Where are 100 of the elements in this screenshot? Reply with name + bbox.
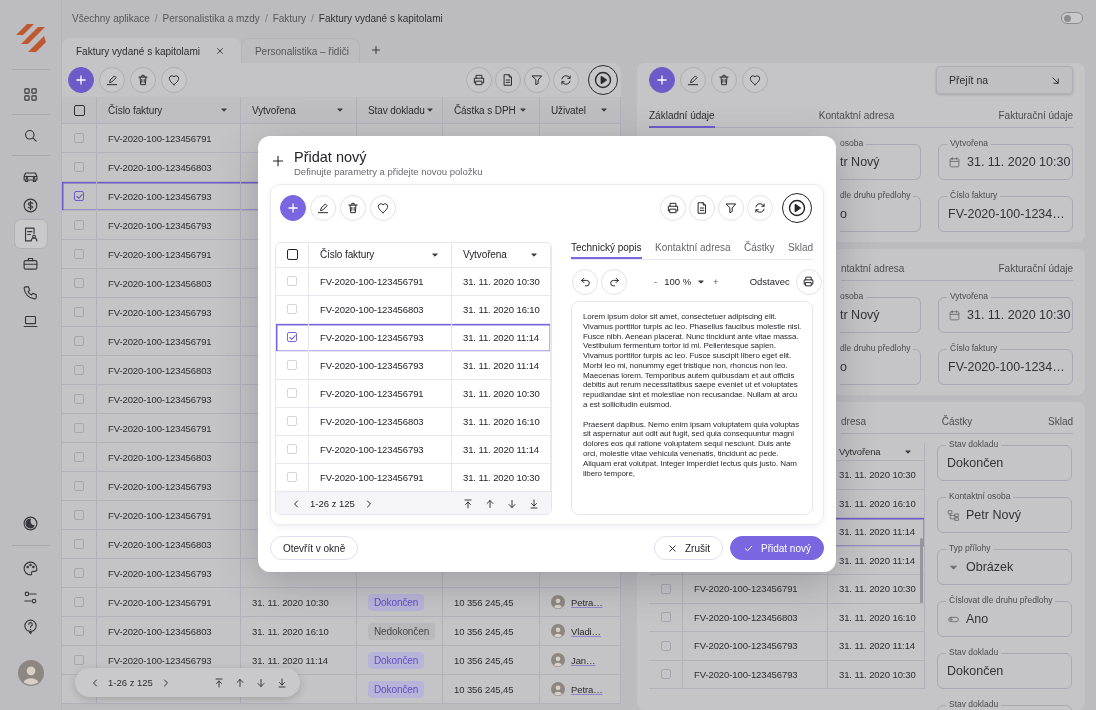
table-row[interactable]: FV-2020-100-123456803 31. 11. 2020 16:10 <box>649 603 925 632</box>
tab[interactable]: ntaktní adresa <box>841 261 905 281</box>
checkbox[interactable] <box>73 104 85 116</box>
table-row[interactable]: FV-2020-100-123456803 31. 11. 2020 16:10 <box>276 295 551 324</box>
text-field[interactable]: Stav dokladu Dokončen <box>937 439 1072 481</box>
user-link[interactable]: Petra… <box>571 596 603 608</box>
breadcrumb-link[interactable]: Faktury <box>272 12 306 24</box>
tab[interactable]: Sklad <box>788 241 813 259</box>
checkbox[interactable] <box>74 597 84 607</box>
dropdown-field[interactable]: Typ přílohy Obrázek <box>937 543 1072 585</box>
document-button[interactable] <box>495 67 521 93</box>
tab[interactable]: Kontaktní adresa <box>818 108 895 128</box>
column-header[interactable]: Vytvořena <box>463 249 507 261</box>
checkbox[interactable] <box>74 626 84 636</box>
favorite-button[interactable] <box>161 67 187 93</box>
paragraph-style-dropdown[interactable]: Odstavec <box>749 276 790 288</box>
tab[interactable]: Částky <box>941 414 973 434</box>
tab[interactable]: Technický popis <box>571 241 642 259</box>
zoom-in-button[interactable]: + <box>711 276 721 288</box>
filter-button[interactable] <box>524 67 550 93</box>
column-header[interactable]: Stav dokladu <box>368 104 425 116</box>
tab[interactable]: Personalistika – řidiči <box>240 38 360 63</box>
tab[interactable]: Kontaktní adresa <box>655 241 731 259</box>
print-button[interactable] <box>466 67 492 93</box>
checkbox[interactable] <box>74 220 84 230</box>
table-row[interactable]: FV-2020-100-123456793 31. 11. 2020 11:14 <box>276 323 551 352</box>
cancel-button[interactable]: Zrušit <box>653 536 723 560</box>
open-in-window-button[interactable]: Otevřít v okně <box>270 536 359 560</box>
edit-button[interactable] <box>680 67 706 93</box>
checkbox[interactable] <box>74 365 84 375</box>
person-field[interactable]: Kontaktní osoba Petr Nový <box>937 491 1072 533</box>
tab[interactable]: dresa <box>841 414 866 434</box>
undo-button[interactable] <box>572 268 598 295</box>
column-header[interactable]: Vytvořena <box>839 446 881 457</box>
date-field[interactable]: Vytvořena 31. 11. 2020 10:30 <box>938 291 1073 333</box>
checkbox[interactable] <box>660 583 671 594</box>
text-field[interactable]: Číslo faktury FV-2020-100-1234… <box>938 190 1073 232</box>
favorite-button[interactable] <box>742 67 768 93</box>
column-header[interactable]: Uživatel <box>551 104 586 116</box>
tab[interactable]: Fakturační údaje <box>998 108 1073 128</box>
play-button[interactable] <box>782 192 812 223</box>
add-button[interactable] <box>280 194 306 221</box>
checkbox[interactable] <box>74 510 84 520</box>
table-row[interactable]: FV-2020-100-123456803 31. 11. 2020 16:10 <box>276 407 551 436</box>
text-field[interactable]: Číslo faktury FV-2020-100-1234… <box>938 343 1073 385</box>
checkbox[interactable] <box>286 249 298 261</box>
checkbox[interactable] <box>74 452 84 462</box>
checkbox[interactable] <box>74 191 84 201</box>
zoom-out-button[interactable]: - <box>652 276 660 288</box>
checkbox[interactable] <box>660 640 671 651</box>
go-to-button[interactable]: Přejít na <box>936 66 1073 94</box>
checkbox[interactable] <box>74 481 84 491</box>
checkbox[interactable] <box>287 332 297 343</box>
checkbox[interactable] <box>74 423 84 433</box>
column-header[interactable]: Číslo faktury <box>320 249 375 261</box>
confirm-button[interactable]: Přidat nový <box>729 536 824 560</box>
zoom-level[interactable]: 100 % <box>664 276 692 288</box>
toggle-field[interactable]: Číslovat dle druhu předlohy Ano <box>937 595 1072 637</box>
delete-button[interactable] <box>711 67 737 93</box>
checkbox[interactable] <box>74 162 84 172</box>
refresh-button[interactable] <box>553 67 579 93</box>
sidebar-item[interactable] <box>14 220 47 248</box>
checkbox[interactable] <box>74 307 84 317</box>
table-row[interactable]: FV-2020-100-123456793 31. 11. 2020 10:30 <box>649 660 925 689</box>
user-link[interactable]: Petra… <box>571 683 603 695</box>
text-field[interactable]: osoba tr Nový <box>840 138 921 180</box>
column-header[interactable]: Vytvořena <box>252 104 296 116</box>
breadcrumb-link[interactable]: Personalistika a mzdy <box>162 12 260 24</box>
date-field[interactable]: Vytvořena 31. 11. 2020 10:30 <box>938 138 1073 180</box>
user-link[interactable]: Vladi… <box>571 625 602 637</box>
text-field[interactable]: dle druhu předlohy o <box>840 190 921 232</box>
checkbox[interactable] <box>74 539 84 549</box>
text-field[interactable]: osoba tr Nový <box>840 291 921 333</box>
checkbox[interactable] <box>74 278 84 288</box>
add-button[interactable] <box>68 67 94 93</box>
text-editor[interactable] <box>571 300 813 515</box>
table-row[interactable]: FV-2020-100-123456793 31. 11. 2020 11:14 <box>276 351 551 380</box>
table-row[interactable]: FV-2020-100-123456791 31. 11. 2020 10:30 Dokončen 10 356 245,45 Petra… <box>62 588 621 617</box>
edit-button[interactable] <box>99 67 125 93</box>
breadcrumb-link[interactable]: Všechny aplikace <box>72 12 150 24</box>
tab[interactable]: Fakturační údaje <box>998 261 1073 281</box>
checkbox[interactable] <box>660 612 671 623</box>
text-field[interactable]: dle druhu předlohy o <box>840 343 921 385</box>
table-row[interactable]: FV-2020-100-123456803 31. 11. 2020 16:10 Nedokončen 10 356 245,45 Vladi… <box>62 617 621 646</box>
checkbox[interactable] <box>74 568 84 578</box>
column-header[interactable]: Číslo faktury <box>108 104 163 116</box>
play-button[interactable] <box>588 65 618 95</box>
tab[interactable]: Sklad <box>1048 414 1073 434</box>
checkbox[interactable] <box>74 336 84 346</box>
table-row[interactable]: FV-2020-100-123456791 31. 11. 2020 10:30 <box>276 379 551 408</box>
text-field[interactable]: Stav dokladu Dokončen <box>937 647 1072 689</box>
delete-button[interactable] <box>130 67 156 93</box>
checkbox[interactable] <box>74 394 84 404</box>
checkbox[interactable] <box>74 655 84 665</box>
redo-button[interactable] <box>601 268 627 295</box>
table-row[interactable]: FV-2020-100-123456793 31. 11. 2020 11:14 <box>276 435 551 464</box>
tab[interactable]: Základní údaje <box>649 108 715 128</box>
table-row[interactable]: FV-2020-100-123456791 31. 11. 2020 10:30 <box>276 267 551 296</box>
add-button[interactable] <box>649 67 675 93</box>
tab[interactable]: Částky <box>744 241 775 259</box>
